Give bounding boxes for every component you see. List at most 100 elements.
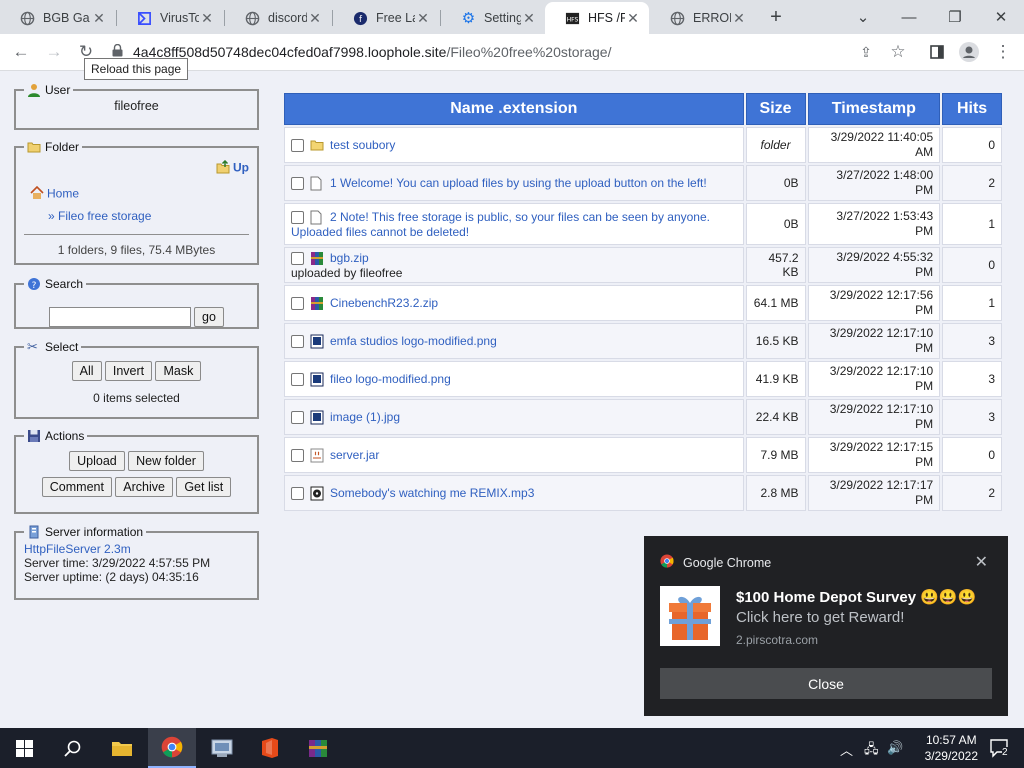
table-row[interactable]: server.jar 7.9 MB 3/29/2022 12:17:15 PM 0 (284, 437, 1002, 473)
menu-icon[interactable]: ⋮ (990, 39, 1016, 65)
file-explorer-icon[interactable] (98, 728, 146, 768)
select-all-button[interactable]: All (71, 361, 102, 381)
tab-bgb[interactable]: BGB Ga ✕ (0, 2, 115, 34)
tab-error[interactable]: ERROR ✕ (650, 2, 755, 34)
file-icon (310, 176, 324, 191)
search-icon[interactable] (48, 728, 96, 768)
notification-close-icon[interactable]: ✕ (975, 552, 988, 572)
current-folder-link[interactable]: » Fileo free storage (48, 209, 151, 223)
file-link[interactable]: emfa studios logo-modified.png (330, 334, 497, 348)
chrome-taskbar-icon[interactable] (148, 728, 196, 768)
tab-strip: BGB Ga ✕ VirusTo ✕ discord ✕ f Free La ✕… (0, 0, 1024, 34)
window-close-button[interactable]: ✕ (988, 4, 1014, 30)
winrar-icon[interactable] (294, 728, 342, 768)
table-row[interactable]: test soubory folder 3/29/2022 11:40:05 AM 0 (284, 127, 1002, 163)
tab-virustotal[interactable]: VirusTo ✕ (117, 2, 223, 34)
volume-icon[interactable]: 🔊 (887, 740, 903, 756)
server-version-link[interactable]: HttpFileServer 2.3m (24, 542, 249, 556)
table-row[interactable]: Somebody's watching me REMIX.mp3 2.8 MB 3/… (284, 475, 1002, 511)
chevron-up-icon[interactable]: ︿ (840, 740, 853, 759)
restore-button[interactable]: ❐ (942, 4, 968, 30)
minimize-button[interactable]: — (896, 4, 922, 30)
timestamp-ampm: PM (915, 265, 934, 279)
close-icon[interactable]: ✕ (199, 10, 215, 27)
file-size: 0B (745, 203, 806, 245)
tab-hfs[interactable]: HFS HFS /Fi ✕ (545, 2, 649, 34)
folder-icon (310, 138, 324, 153)
get-list-button[interactable]: Get list (176, 477, 232, 497)
clock[interactable]: 10:57 AM 3/29/2022 (925, 732, 978, 764)
close-icon[interactable]: ✕ (91, 10, 107, 27)
file-link[interactable]: test soubory (330, 138, 395, 152)
file-link[interactable]: fileo logo-modified.png (330, 372, 451, 386)
column-header-name[interactable]: Name .extension (284, 93, 744, 125)
network-icon[interactable]: 🖧 (864, 740, 879, 762)
new-tab-button[interactable]: + (763, 4, 789, 30)
table-row[interactable]: emfa studios logo-modified.png 16.5 KB 3/2… (284, 323, 1002, 359)
row-checkbox[interactable] (291, 486, 304, 500)
row-checkbox[interactable] (291, 372, 304, 386)
row-checkbox[interactable] (291, 251, 304, 265)
close-icon[interactable]: ✕ (625, 10, 641, 27)
gear-icon: ⚙ (461, 10, 476, 27)
file-link[interactable]: CinebenchR23.2.zip (330, 296, 438, 310)
globe-icon (245, 11, 260, 26)
address-bar[interactable]: 4a4c8ff508d50748dec04cfed0af7998.loophol… (112, 38, 852, 66)
column-header-size[interactable]: Size (745, 93, 806, 125)
bookmark-star-icon[interactable]: ☆ (885, 39, 911, 65)
side-panel-icon[interactable] (924, 39, 950, 65)
notification-close-button[interactable]: Close (660, 668, 992, 699)
file-link[interactable]: Somebody's watching me REMIX.mp3 (330, 486, 534, 500)
home-link[interactable]: Home (30, 185, 79, 203)
archive-button[interactable]: Archive (115, 477, 173, 497)
upload-button[interactable]: Upload (69, 451, 125, 471)
up-folder-icon (216, 159, 230, 177)
office-icon[interactable] (246, 728, 294, 768)
windows-start-icon[interactable] (0, 728, 48, 768)
close-icon[interactable]: ✕ (415, 10, 431, 27)
row-checkbox[interactable] (291, 334, 304, 348)
table-row[interactable]: image (1).jpg 22.4 KB 3/29/2022 12:17:10 PM… (284, 399, 1002, 435)
control-panel-icon[interactable] (198, 728, 246, 768)
file-timestamp: 3/27/2022 1:53:43 PM (807, 203, 941, 245)
row-checkbox[interactable] (291, 176, 304, 190)
action-center-icon[interactable]: 2 (976, 728, 1024, 768)
new-folder-button[interactable]: New folder (128, 451, 204, 471)
row-checkbox[interactable] (291, 296, 304, 310)
invert-selection-button[interactable]: Invert (104, 361, 153, 381)
file-link[interactable]: 1 Welcome! You can upload files by using… (330, 176, 707, 190)
file-size: 7.9 MB (745, 437, 806, 473)
row-checkbox[interactable] (291, 410, 304, 424)
share-icon[interactable]: ⇪ (853, 39, 879, 65)
file-link[interactable]: 2 Note! This free storage is public, so … (291, 210, 710, 239)
tab-free-la[interactable]: f Free La ✕ (333, 2, 439, 34)
table-row[interactable]: CinebenchR23.2.zip 64.1 MB 3/29/2022 12:17… (284, 285, 1002, 321)
table-row[interactable]: 2 Note! This free storage is public, so … (284, 203, 1002, 245)
file-link[interactable]: image (1).jpg (330, 410, 400, 424)
search-input[interactable] (49, 307, 191, 327)
column-header-timestamp[interactable]: Timestamp (807, 93, 941, 125)
tab-settings[interactable]: ⚙ Setting ✕ (441, 2, 545, 34)
back-button[interactable]: ← (8, 39, 34, 65)
close-icon[interactable]: ✕ (307, 10, 323, 27)
search-go-button[interactable]: go (194, 307, 224, 327)
table-row[interactable]: fileo logo-modified.png 41.9 KB 3/29/2022 … (284, 361, 1002, 397)
close-icon[interactable]: ✕ (731, 10, 747, 27)
column-header-hits[interactable]: Hits (942, 93, 1002, 125)
close-icon[interactable]: ✕ (521, 10, 537, 27)
profile-avatar-icon[interactable] (956, 39, 982, 65)
tab-search-icon[interactable]: ⌄ (850, 4, 876, 30)
file-link[interactable]: bgb.zip (330, 251, 369, 265)
tab-discord[interactable]: discord ✕ (225, 2, 331, 34)
comment-button[interactable]: Comment (41, 477, 112, 497)
row-checkbox[interactable] (291, 210, 304, 224)
forward-button[interactable]: → (41, 39, 67, 65)
up-link[interactable]: Up (216, 159, 249, 177)
file-link[interactable]: server.jar (330, 448, 379, 462)
chrome-notification[interactable]: Google Chrome ✕ $100 Home Depot Survey 😃… (644, 536, 1008, 716)
table-row[interactable]: bgb.zip uploaded by fileofree 457.2 KB 3/29… (284, 247, 1002, 283)
mask-button[interactable]: Mask (155, 361, 202, 381)
table-row[interactable]: 1 Welcome! You can upload files by using… (284, 165, 1002, 201)
row-checkbox[interactable] (291, 138, 304, 152)
row-checkbox[interactable] (291, 448, 304, 462)
